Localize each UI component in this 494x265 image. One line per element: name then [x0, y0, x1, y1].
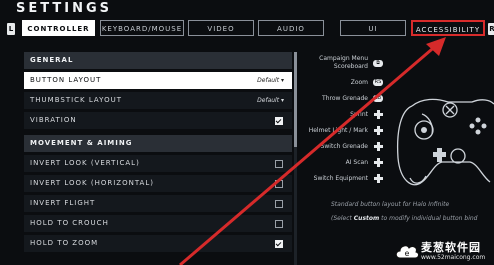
annotation-arrow	[179, 37, 446, 265]
svg-text:e: e	[405, 249, 410, 258]
watermark-name: 麦葱软件园	[421, 241, 481, 254]
cloud-logo-icon: e	[395, 245, 419, 259]
watermark-url: www.52maicong.com	[421, 254, 486, 261]
site-watermark: e 麦葱软件园 www.52maicong.com	[394, 238, 494, 265]
